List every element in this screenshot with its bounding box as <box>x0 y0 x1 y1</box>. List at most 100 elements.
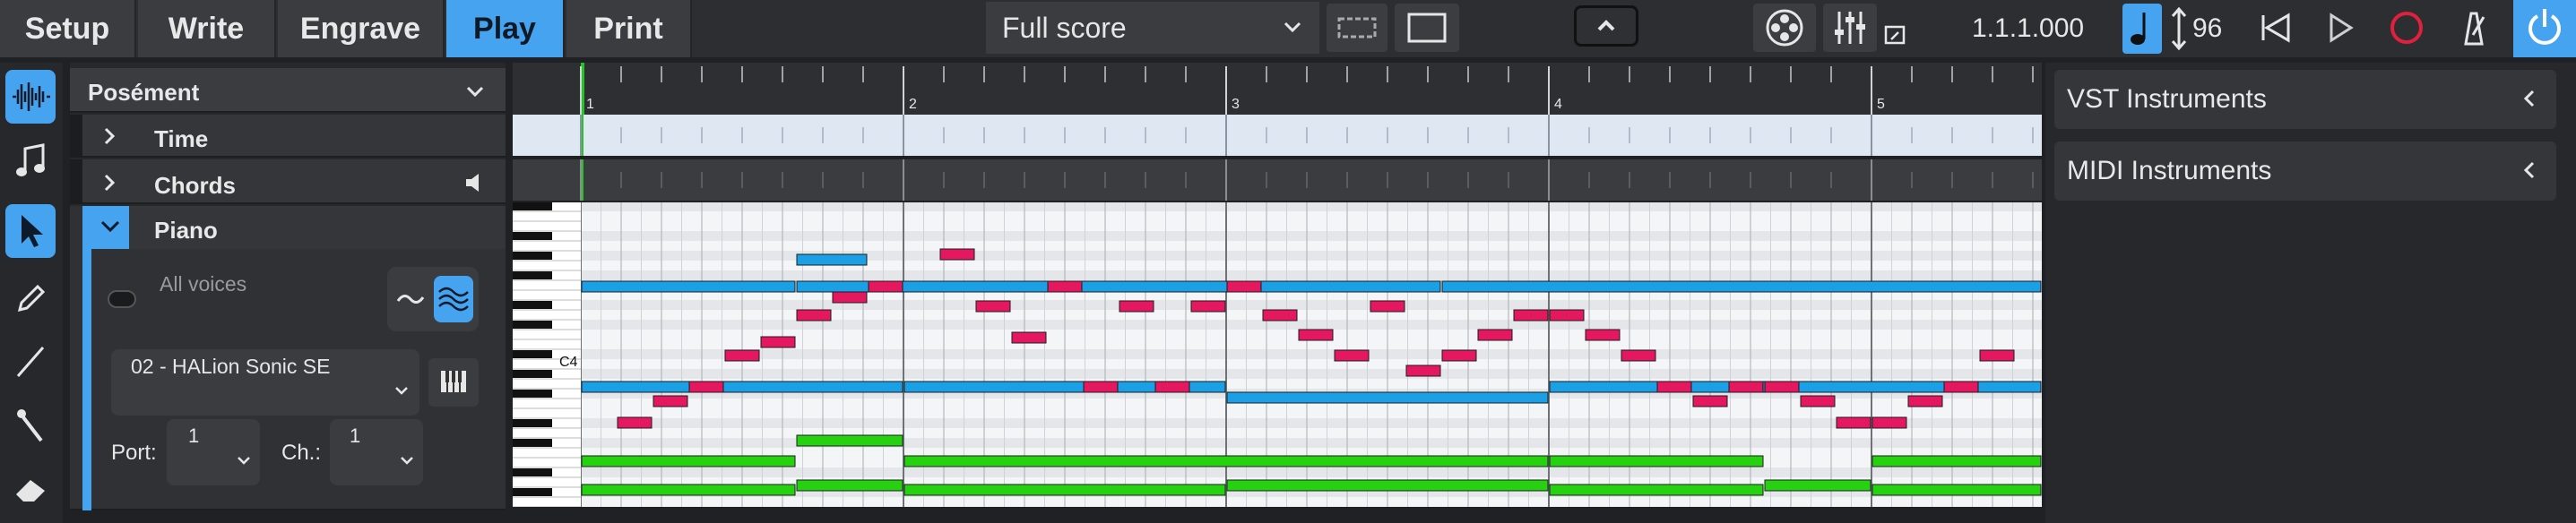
layout-selector[interactable]: Full score <box>986 2 1319 54</box>
top-toolbar: Setup Write Engrave Play Print Full scor… <box>0 0 2576 57</box>
piano-keyboard[interactable]: C4 <box>513 202 581 507</box>
mixer-button[interactable] <box>1823 4 1877 52</box>
pitch-row <box>581 270 2042 280</box>
note-pink <box>1370 300 1405 313</box>
vst-instruments-section[interactable]: VST Instruments <box>2054 70 2556 129</box>
tab-print[interactable]: Print <box>566 0 692 57</box>
black-key <box>513 252 552 260</box>
midi-instruments-section[interactable]: MIDI Instruments <box>2054 141 2556 201</box>
pitch-row <box>581 202 2042 211</box>
mini-window-button[interactable] <box>1880 20 1911 50</box>
note-pink <box>1692 395 1728 407</box>
note-pink <box>868 280 903 293</box>
midi-instruments-label: MIDI Instruments <box>2067 156 2272 185</box>
channel-label: Ch.: <box>281 441 322 465</box>
pitch-row <box>581 231 2042 241</box>
tab-engrave[interactable]: Engrave <box>278 0 445 57</box>
galley-view-button[interactable] <box>1327 4 1387 52</box>
activate-project-button[interactable] <box>2513 0 2576 57</box>
record-button[interactable] <box>2379 4 2434 52</box>
chevron-right-icon[interactable] <box>97 124 122 149</box>
tool-select[interactable] <box>5 204 56 258</box>
note-pink <box>796 309 832 322</box>
pitch-row <box>581 241 2042 251</box>
edit-instrument-button[interactable] <box>428 358 479 407</box>
speaker-icon[interactable] <box>462 170 488 195</box>
collapse-button[interactable] <box>91 206 129 249</box>
tab-write[interactable]: Write <box>138 0 276 57</box>
tool-erase[interactable] <box>5 462 56 516</box>
note-pink <box>1477 329 1513 341</box>
note-pink <box>1800 395 1836 407</box>
c4-label: C4 <box>559 355 578 370</box>
mixer-icon <box>1835 12 1865 44</box>
tab-setup[interactable]: Setup <box>0 0 136 57</box>
vst-instruments-label: VST Instruments <box>2067 84 2267 114</box>
tempo-mode-button[interactable] <box>2122 4 2162 54</box>
black-key <box>513 488 552 496</box>
velocity-lane-button[interactable] <box>434 276 473 322</box>
note-pink <box>1119 300 1154 313</box>
note-blue <box>581 381 903 393</box>
channel-selector[interactable]: 1 <box>330 419 423 485</box>
black-key <box>513 370 552 378</box>
record-icon <box>2390 12 2423 44</box>
instrument-selector[interactable]: 02 - HALion Sonic SE <box>111 349 419 416</box>
tempo-arrows-icon <box>2171 6 2187 51</box>
voices-toggle[interactable] <box>108 290 136 308</box>
note-pink <box>1047 280 1083 293</box>
track-chords[interactable]: Chords <box>70 159 506 204</box>
rewind-button[interactable] <box>2248 4 2304 52</box>
note-blue <box>1226 391 1549 404</box>
port-selector[interactable]: 1 <box>167 419 260 485</box>
flow-header[interactable]: Posément <box>70 68 506 113</box>
tool-audio[interactable] <box>5 70 56 124</box>
tool-draw[interactable] <box>5 270 56 324</box>
time-track-lane[interactable] <box>513 115 2042 156</box>
chevron-right-icon[interactable] <box>97 170 122 195</box>
note-green <box>796 479 903 492</box>
waveform-icon <box>13 82 50 111</box>
tool-line[interactable] <box>5 335 56 389</box>
line-icon <box>16 347 45 377</box>
page-view-button[interactable] <box>1395 4 1459 52</box>
pitch-row <box>581 369 2042 379</box>
chevron-down-icon <box>395 387 408 395</box>
track-time-label: Time <box>154 125 209 152</box>
pitch-row <box>581 211 2042 221</box>
tool-midi[interactable] <box>5 134 56 188</box>
play-button[interactable] <box>2312 4 2368 52</box>
note-pink <box>724 349 760 362</box>
note-pink <box>1226 280 1262 293</box>
tool-pen[interactable] <box>5 399 56 453</box>
instrument-name: 02 - HALion Sonic SE <box>131 355 331 378</box>
black-key <box>513 350 552 358</box>
video-button[interactable] <box>1753 4 1816 52</box>
piano-roll[interactable] <box>581 202 2042 507</box>
note-pink <box>617 416 653 429</box>
time-lane-grid <box>580 115 2034 156</box>
note-green <box>1549 455 1764 467</box>
tilde-icon[interactable] <box>393 281 428 317</box>
note-green <box>1871 484 2042 496</box>
dynamics-lane-group <box>387 267 479 331</box>
black-key <box>513 301 552 309</box>
note-pink <box>1656 381 1692 393</box>
tab-play[interactable]: Play <box>446 0 565 57</box>
track-time[interactable]: Time <box>70 115 506 158</box>
time-ruler[interactable]: 1 2 3 4 5 <box>513 63 2042 115</box>
note-green <box>581 484 796 496</box>
pen-icon <box>17 409 43 442</box>
metronome-button[interactable] <box>2445 4 2501 52</box>
hide-toolbar-button[interactable] <box>1574 5 1638 47</box>
flow-name: Posément <box>88 79 200 106</box>
note-pink <box>1154 381 1190 393</box>
wave-lines-icon <box>438 287 469 312</box>
note-pink <box>1083 381 1119 393</box>
music-note-icon <box>16 143 45 176</box>
pitch-row <box>581 320 2042 330</box>
play-toolbox <box>0 63 63 523</box>
note-pink <box>1585 329 1621 341</box>
track-piano: Piano All voices 02 - HALion Sonic SE Po… <box>70 206 506 510</box>
chords-track-lane[interactable] <box>513 159 2042 201</box>
